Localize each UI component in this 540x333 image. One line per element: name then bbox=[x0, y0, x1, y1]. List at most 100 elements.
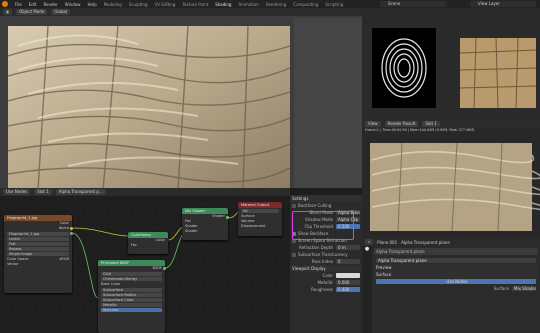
image-texture-node[interactable]: Fingerprint_1.jpg Color Alpha Fingerprin… bbox=[4, 215, 72, 293]
scene-selector[interactable]: Scene bbox=[380, 1, 446, 7]
material-datablock-row[interactable]: Alpha Transparent plane bbox=[374, 257, 538, 264]
menu-edit[interactable]: Edit bbox=[29, 2, 37, 7]
menu-file[interactable]: File bbox=[15, 2, 22, 7]
display-color-swatch[interactable] bbox=[336, 273, 360, 278]
view-layer-name: View Layer bbox=[478, 1, 500, 6]
tab-shading[interactable]: Shading bbox=[215, 2, 231, 7]
preview-panel-title: Preview bbox=[376, 265, 392, 270]
render-image-selector[interactable]: Render Result bbox=[384, 121, 419, 127]
display-metallic-field[interactable]: 0.000 bbox=[336, 280, 360, 285]
settings-title: Settings bbox=[292, 196, 309, 201]
material-slot-list[interactable]: Alpha Transparent plane bbox=[374, 248, 538, 255]
color-ramp-fac-label: Fac bbox=[131, 243, 137, 247]
render-slot-dropdown[interactable]: Slot 1 bbox=[422, 121, 440, 127]
mix-shader-node[interactable]: Mix Shader Shader Fac Shader Shader bbox=[182, 208, 228, 240]
sss-translucency-label: Subsurface Translucency bbox=[298, 252, 348, 257]
metallic-field[interactable]: Metallic bbox=[101, 303, 162, 307]
vector-input-label: Vector bbox=[7, 262, 19, 266]
base-color-input[interactable]: Base Color bbox=[98, 282, 165, 287]
checkbox-icon bbox=[292, 252, 296, 257]
viewport-display-header[interactable]: Viewport Display bbox=[290, 265, 362, 272]
color-ramp-fac-input[interactable]: Fac bbox=[128, 243, 168, 248]
extension-dropdown[interactable]: Repeat bbox=[7, 247, 69, 251]
material-tab-icon[interactable]: ● bbox=[362, 246, 372, 254]
viewport-display-title: Viewport Display bbox=[292, 266, 326, 271]
menu-render[interactable]: Render bbox=[43, 2, 57, 7]
display-color-row[interactable]: Color bbox=[290, 272, 362, 279]
color-output-socket[interactable] bbox=[70, 227, 73, 230]
object-mode-dropdown[interactable]: Object Mode bbox=[16, 9, 48, 15]
alpha-output-socket[interactable] bbox=[70, 232, 73, 235]
use-nodes-button[interactable]: Use Nodes bbox=[374, 278, 538, 285]
interpolation-dropdown[interactable]: Linear bbox=[7, 237, 69, 241]
render-view-dropdown[interactable]: View bbox=[365, 121, 381, 127]
fingerprint-image-editor[interactable] bbox=[362, 8, 456, 120]
menu-window[interactable]: Window bbox=[65, 2, 81, 7]
shader-node-editor[interactable]: Use Nodes Slot 1 Alpha Transparent p... … bbox=[0, 188, 290, 333]
tab-sculpting[interactable]: Sculpting bbox=[129, 2, 148, 7]
orientation-dropdown[interactable]: Global bbox=[51, 9, 71, 15]
alpha-output[interactable]: Alpha bbox=[4, 226, 72, 231]
display-roughness-field[interactable]: 0.400 bbox=[336, 287, 360, 292]
pass-index-row[interactable]: Pass Index 0 bbox=[290, 258, 362, 265]
material-output-node[interactable]: Material Output All Surface Volume Displ… bbox=[238, 202, 282, 236]
surface-shader-row[interactable]: Surface Mix Shader bbox=[374, 285, 538, 292]
displacement-input-label: Displacement bbox=[241, 224, 266, 228]
stone-texture-editor[interactable] bbox=[456, 8, 540, 120]
projection-dropdown[interactable]: Flat bbox=[7, 242, 69, 246]
view-layer-selector[interactable]: View Layer bbox=[470, 1, 536, 7]
subsurface-color-field[interactable]: Subsurface Color bbox=[101, 298, 162, 302]
material-datablock-field[interactable]: Alpha Transparent plane bbox=[376, 258, 536, 263]
distribution-dropdown[interactable]: GGX bbox=[101, 272, 162, 276]
tab-compositing[interactable]: Compositing bbox=[293, 2, 318, 7]
subsurface-radius-field[interactable]: Subsurface Radius bbox=[101, 293, 162, 297]
backface-culling-checkbox[interactable]: Backface Culling bbox=[290, 202, 362, 209]
display-metallic-row[interactable]: Metallic 0.000 bbox=[290, 279, 362, 286]
pass-index-label: Pass Index bbox=[311, 259, 333, 264]
tab-modeling[interactable]: Modeling bbox=[104, 2, 122, 7]
image-file-field[interactable]: Fingerprint_1.jpg bbox=[7, 232, 69, 236]
tab-uv-editing[interactable]: UV Editing bbox=[155, 2, 176, 7]
base-color-label: Base Color bbox=[101, 282, 121, 286]
displacement-input[interactable]: Displacement bbox=[238, 224, 282, 229]
menu-help[interactable]: Help bbox=[87, 2, 96, 7]
render-result-image bbox=[370, 142, 540, 232]
tab-scripting[interactable]: Scripting bbox=[325, 2, 343, 7]
refraction-depth-row[interactable]: Refraction Depth 0 m bbox=[290, 244, 362, 251]
tab-texture-paint[interactable]: Texture Paint bbox=[182, 2, 208, 7]
mix-shader-output-socket[interactable] bbox=[226, 216, 229, 219]
fingerprint-image bbox=[372, 28, 436, 108]
source-dropdown[interactable]: Single Image bbox=[7, 252, 69, 256]
sss-translucency-checkbox[interactable]: Subsurface Translucency bbox=[290, 251, 362, 258]
stone-pavement-render bbox=[8, 26, 290, 188]
color-ramp-node[interactable]: ColorRamp Color Fac bbox=[128, 232, 168, 254]
surface-shader-dropdown[interactable]: Mix Shader bbox=[512, 286, 536, 291]
node-title: Material Output bbox=[238, 202, 282, 208]
properties-search[interactable]: ⌕ bbox=[365, 239, 374, 245]
tab-rendering[interactable]: Rendering bbox=[266, 2, 286, 7]
render-result-editor[interactable]: View Render Result Slot 1 Frame:1 | Time… bbox=[362, 120, 540, 238]
principled-bsdf-node[interactable]: Principled BSDF BSDF GGX Christensen-Bur… bbox=[98, 260, 165, 333]
editor-type-button[interactable]: ◈ bbox=[3, 9, 13, 15]
preview-panel-header[interactable]: Preview bbox=[374, 264, 538, 271]
display-metallic-label: Metallic bbox=[317, 280, 333, 285]
3d-viewport[interactable]: ◈ Object Mode Global bbox=[0, 8, 362, 188]
specular-field[interactable]: Specular bbox=[101, 308, 162, 312]
subsurface-method-dropdown[interactable]: Christensen-Burley bbox=[101, 277, 162, 281]
blender-logo-icon[interactable] bbox=[2, 1, 8, 7]
tab-animation[interactable]: Animation bbox=[238, 2, 258, 7]
output-target-dropdown[interactable]: All bbox=[241, 209, 279, 213]
surface-panel-header[interactable]: Surface bbox=[374, 271, 538, 278]
bsdf-output-socket[interactable] bbox=[163, 267, 166, 270]
viewport-header: ◈ Object Mode Global bbox=[0, 8, 362, 16]
bsdf-output[interactable]: BSDF bbox=[98, 266, 165, 271]
refraction-depth-field[interactable]: 0 m bbox=[336, 245, 360, 250]
pass-index-field[interactable]: 0 bbox=[336, 259, 360, 264]
mix-shader-input-b[interactable]: Shader bbox=[182, 229, 228, 234]
subsurface-field[interactable]: Subsurface bbox=[101, 288, 162, 292]
display-roughness-row[interactable]: Roughness 0.400 bbox=[290, 286, 362, 293]
refraction-depth-label: Refraction Depth bbox=[299, 245, 333, 250]
vector-input[interactable]: Vector bbox=[4, 262, 72, 267]
settings-header[interactable]: Settings bbox=[290, 195, 362, 202]
top-bar: File Edit Render Window Help Modeling Sc… bbox=[0, 0, 540, 8]
